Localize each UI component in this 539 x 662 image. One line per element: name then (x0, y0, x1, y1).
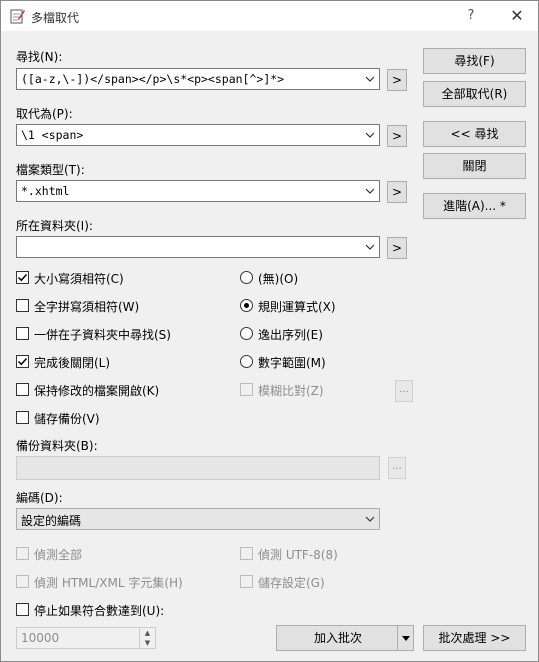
replace-combobox[interactable]: \1 <span> (16, 124, 380, 146)
dropdown-arrow-icon[interactable] (400, 632, 412, 644)
mode-none-label: (無)(O) (258, 272, 299, 286)
app-icon (10, 9, 25, 24)
match-case-label: 大小寫須相符(C) (34, 272, 124, 286)
save-settings-label: 儲存設定(G) (258, 576, 325, 590)
filetype-insert-button[interactable]: > (387, 181, 407, 203)
checkbox-box (240, 575, 253, 588)
chevron-down-icon[interactable] (363, 184, 377, 198)
checkbox-box[interactable] (16, 355, 29, 368)
close-window-button[interactable]: ✕ (498, 1, 536, 31)
replace-label: 取代為(P): (16, 107, 73, 121)
folder-label: 所在資料夾(I): (16, 219, 93, 233)
checkbox-box (240, 547, 253, 560)
help-button[interactable]: ? (456, 1, 486, 31)
checkbox-box (240, 383, 253, 396)
checkbox-box (16, 575, 29, 588)
find-insert-button[interactable]: > (387, 69, 407, 91)
fuzzy-match-label: 模糊比對(Z) (258, 384, 324, 398)
radio-circle[interactable] (240, 327, 253, 340)
title-bar: 多檔取代 ? ✕ (1, 1, 538, 31)
checkbox-box[interactable] (16, 383, 29, 396)
checkbox-box[interactable] (16, 327, 29, 340)
backup-folder-browse-button: ... (388, 457, 406, 479)
chevron-down-icon[interactable] (363, 512, 377, 526)
folder-browse-button[interactable]: > (387, 237, 407, 259)
find-button[interactable]: 尋找(F) (423, 48, 526, 74)
whole-word-label: 全字拼寫須相符(W) (34, 300, 140, 314)
encoding-select[interactable]: 設定的編碼 (16, 508, 380, 530)
find-combobox[interactable]: ([a-z,\-])</span></p>\s*<p><span[^>]*> (16, 68, 380, 90)
checkbox-box (16, 547, 29, 560)
stop-count-spinner: 10000 ▲ ▼ (16, 627, 156, 649)
mode-numeric-label: 數字範圍(M) (258, 356, 326, 370)
fuzzy-settings-button: ... (395, 380, 413, 402)
checkbox-box[interactable] (16, 411, 29, 424)
radio-circle[interactable] (240, 271, 253, 284)
folder-combobox[interactable] (16, 236, 380, 258)
add-batch-label: 加入批次 (313, 631, 362, 645)
find-label: 尋找(N): (16, 50, 63, 64)
chevron-down-icon[interactable] (363, 72, 377, 86)
checkmark-icon (17, 273, 28, 282)
checkbox-box[interactable] (16, 299, 29, 312)
find-value: ([a-z,\-])</span></p>\s*<p><span[^>]*> (21, 72, 285, 86)
filetype-value: *.xhtml (21, 184, 70, 198)
replace-all-button[interactable]: 全部取代(R) (423, 81, 526, 107)
split-divider (397, 626, 398, 650)
replace-insert-button[interactable]: > (387, 125, 407, 147)
subfolders-label: 一併在子資料夾中尋找(S) (34, 328, 171, 342)
close-button[interactable]: 關閉 (423, 153, 526, 179)
multi-file-replace-dialog: 多檔取代 ? ✕ 尋找(N): ([a-z,\-])</span></p>\s*… (0, 0, 539, 662)
spin-down-icon: ▼ (139, 638, 155, 648)
radio-dot (244, 303, 249, 308)
chevron-down-icon[interactable] (363, 128, 377, 142)
checkbox-box[interactable] (16, 271, 29, 284)
mode-escape-label: 逸出序列(E) (258, 328, 323, 342)
stop-count-value: 10000 (21, 631, 60, 645)
encoding-label: 編碼(D): (16, 491, 63, 505)
window-title: 多檔取代 (31, 11, 80, 25)
backup-folder-label: 備份資料夾(B): (16, 439, 98, 453)
radio-circle[interactable] (240, 355, 253, 368)
stop-if-label: 停止如果符合數達到(U): (34, 604, 165, 618)
backup-label: 儲存備份(V) (34, 412, 100, 426)
spin-up-icon: ▲ (139, 628, 155, 638)
keep-open-label: 保持修改的檔案開啟(K) (34, 384, 160, 398)
checkbox-box[interactable] (16, 603, 29, 616)
detect-html-charset-label: 偵測 HTML/XML 字元集(H) (34, 576, 183, 590)
chevron-down-icon[interactable] (363, 240, 377, 254)
add-batch-button[interactable]: 加入批次 (276, 625, 414, 651)
filetype-combobox[interactable]: *.xhtml (16, 180, 380, 202)
backup-folder-field (16, 456, 380, 480)
replace-value: \1 <span> (21, 128, 84, 142)
encoding-value: 設定的編碼 (21, 514, 82, 528)
mode-regex-label: 規則運算式(X) (258, 300, 336, 314)
batch-process-button[interactable]: 批次處理 >> (423, 625, 526, 651)
radio-circle[interactable] (240, 299, 253, 312)
filetype-label: 檔案類型(T): (16, 163, 85, 177)
advanced-button[interactable]: 進階(A)... * (423, 193, 526, 219)
close-after-label: 完成後關閉(L) (34, 356, 111, 370)
back-to-find-button[interactable]: << 尋找 (423, 121, 526, 147)
detect-all-label: 偵測全部 (34, 548, 83, 562)
checkmark-icon (17, 357, 28, 366)
detect-utf8-label: 偵測 UTF-8(8) (258, 548, 338, 562)
